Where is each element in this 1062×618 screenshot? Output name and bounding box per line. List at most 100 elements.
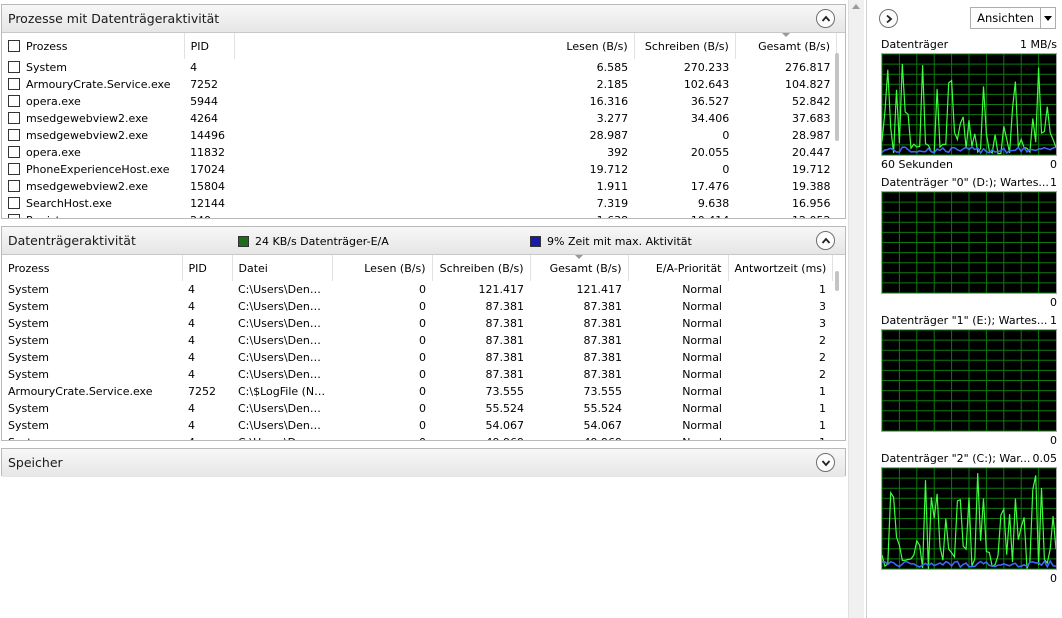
table-cell: ArmouryCrate.Service.exe [8,385,153,398]
graph-max-label: 1 [1050,176,1057,189]
col-header-gesamt[interactable]: Gesamt (B/s) [530,255,629,281]
table-row[interactable]: Registry 2401.63810.41412.052 [2,212,837,218]
table-cell: 15804 [190,180,226,193]
row-checkbox[interactable] [8,146,20,158]
row-checkbox[interactable] [8,61,20,73]
row-checkbox[interactable] [8,78,20,90]
row-checkbox[interactable] [8,129,20,141]
table-row[interactable]: ArmouryCrate.Service.exe 7252 2.185 102.643… [2,76,837,93]
collapse-up-icon[interactable] [816,9,835,28]
graph-plot [881,191,1056,294]
table-cell: 54.067 [485,419,525,432]
table-cell: 11832 [190,146,226,159]
process-name: msedgewebview2.exe [26,112,149,125]
main-vertical-scrollbar[interactable] [848,0,864,618]
table-cell: 1 [819,385,826,398]
table-cell: System [8,351,50,364]
table-cell: 0 [419,351,426,364]
table-cell: 0 [419,402,426,415]
table-cell: 5944 [190,95,219,108]
col-header-lesen[interactable]: Lesen (B/s) [234,33,635,59]
table-row[interactable]: msedgewebview2.exe 14496 28.987 0 28.987 [2,127,837,144]
collapse-panel-icon[interactable] [879,9,898,28]
legend-time: 9% Zeit mit max. Aktivität [530,235,692,248]
graph-min-label: 0 [1050,434,1057,447]
table-cell: C:\Users\Denni... [238,317,331,330]
col-header-pid[interactable]: PID [182,255,233,281]
table-row[interactable]: System 4 C:\Users\Denni... 0 87.381 87.381 Nor… [2,298,832,315]
row-checkbox[interactable] [8,214,20,218]
col-header-lesen[interactable]: Lesen (B/s) [332,255,433,281]
table-cell: 28.987 [792,129,831,142]
table-cell: opera.exe [2,144,184,161]
disk-activity-table: Prozess PID Datei Lesen (B/s) Schreiben … [2,255,833,440]
table-cell: 4 [188,402,195,415]
table-cell: 0 [419,300,426,313]
table-row[interactable]: System4C:\Users\Denni...049.96949.969Nor… [2,434,832,440]
collapse-up-icon[interactable] [816,231,835,250]
table-row[interactable]: ArmouryCrate.Service.exe 7252 C:\$LogFile … [2,383,832,400]
disk-activity-scrollbar[interactable] [835,271,839,291]
graph-max-label: 0.05 [1032,452,1058,465]
row-checkbox[interactable] [8,163,20,175]
col-header-pid[interactable]: PID [184,33,236,59]
table-row[interactable]: PhoneExperienceHost.exe 17024 19.712 0 19.71… [2,161,837,178]
col-header-datei[interactable]: Datei [232,255,333,281]
expand-down-icon[interactable] [816,453,835,472]
table-cell: PhoneExperienceHost.exe [2,161,184,178]
table-row[interactable]: System 4 C:\Users\Denni... 0 54.067 54.067 Nor… [2,417,832,434]
table-cell: 16.956 [792,197,831,210]
table-row[interactable]: msedgewebview2.exe 4264 3.277 34.406 37.683 [2,110,837,127]
table-cell: 28.987 [589,129,629,142]
col-header-schreiben[interactable]: Schreiben (B/s) [634,33,736,59]
graphs-panel-header: Ansichten [867,0,1062,34]
col-header-antwortzeit[interactable]: Antwortzeit (ms) [728,255,833,281]
process-name: opera.exe [26,146,81,159]
table-cell: 3 [819,300,826,313]
row-checkbox[interactable] [8,180,20,192]
table-row[interactable]: opera.exe 11832 392 20.055 20.447 [2,144,837,161]
table-row[interactable]: System 4 C:\Users\Denni... 0 87.381 87.381 Nor… [2,315,832,332]
table-row[interactable]: System 4 C:\Users\Denni... 0 87.381 87.381 Nor… [2,332,832,349]
table-cell: 2 [819,351,826,364]
table-row[interactable]: opera.exe 5944 16.316 36.527 52.842 [2,93,837,110]
graph-max-label: 1 MB/s [1020,38,1057,51]
views-dropdown-arrow-icon[interactable] [1040,8,1055,28]
col-header-prozess[interactable]: Prozess [2,33,185,59]
table-row[interactable]: msedgewebview2.exe 15804 1.911 17.476 19.388 [2,178,837,195]
col-header-prozess[interactable]: Prozess [2,255,183,281]
table-cell: 12.052 [735,212,836,218]
table-cell: 1 [728,434,832,440]
resource-monitor-disk-tab: Prozesse mit Datenträgeraktivität Prozes… [0,0,862,618]
views-button[interactable]: Ansichten [970,7,1056,29]
table-row[interactable]: System 4 6.585 270.233 276.817 [2,59,837,76]
table-cell: 19.388 [792,180,831,193]
scroll-up-arrow-icon[interactable] [852,4,860,9]
table-row[interactable]: System 4 C:\Users\Denni... 0 55.524 55.524 Nor… [2,400,832,417]
row-checkbox[interactable] [8,112,20,124]
col-header-ea-prioritaet[interactable]: E/A-Priorität [628,255,729,281]
storage-section-header[interactable]: Speicher [2,449,845,477]
col-header-gesamt[interactable]: Gesamt (B/s) [735,33,838,59]
table-cell: Normal [682,317,722,330]
row-checkbox[interactable] [8,197,20,209]
table-row[interactable]: SearchHost.exe 12144 7.319 9.638 16.956 [2,195,837,212]
col-header-gesamt-label: Gesamt (B/s) [549,261,622,275]
processes-scrollbar[interactable] [835,53,839,141]
table-cell: System [8,368,50,381]
table-cell: System [8,317,50,330]
row-checkbox[interactable] [8,95,20,107]
processes-section-header[interactable]: Prozesse mit Datenträgeraktivität [2,5,845,33]
table-cell: Normal [682,402,722,415]
select-all-checkbox[interactable] [8,39,20,52]
table-cell: C:\Users\Denni... [238,419,331,432]
col-header-schreiben[interactable]: Schreiben (B/s) [432,255,531,281]
disk-activity-section-header[interactable]: Datenträgeraktivität 24 KB/s Datenträger… [2,227,845,255]
table-cell: C:\Users\Denni... [238,402,331,415]
table-cell: System [2,434,182,440]
table-row[interactable]: System 4 C:\Users\Denni... 0 87.381 87.381 Nor… [2,349,832,366]
table-row[interactable]: System 4 C:\Users\Denni... 0 87.381 87.381 Nor… [2,366,832,383]
table-row[interactable]: System 4 C:\Users\Denni... 0 121.417 121.417 N… [2,281,832,298]
table-cell: SearchHost.exe [2,195,184,212]
process-name: SearchHost.exe [26,197,112,210]
